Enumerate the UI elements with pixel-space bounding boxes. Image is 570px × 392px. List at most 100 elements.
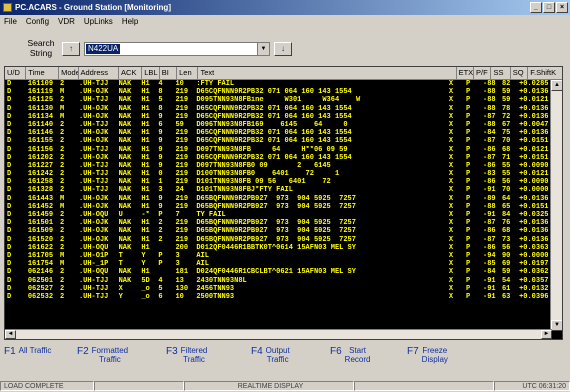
column-header[interactable]: F.ShiftK <box>528 67 562 80</box>
chevron-down-icon[interactable]: ▼ <box>257 43 269 55</box>
column-header[interactable]: LBL <box>142 67 160 80</box>
column-header[interactable]: SS <box>491 67 511 80</box>
table-cell: 1 <box>158 178 163 187</box>
minimize-button[interactable]: _ <box>530 2 542 13</box>
menu-vdr[interactable]: VDR <box>58 17 75 26</box>
column-header[interactable]: Mode <box>59 67 79 80</box>
close-button[interactable]: × <box>556 2 568 13</box>
table-cell <box>156 244 173 252</box>
fkey-label: Filtered Traffic <box>180 346 208 364</box>
scroll-up-icon[interactable]: ▲ <box>551 80 562 91</box>
fkey-f2-button[interactable]: F2 Formatted Traffic <box>77 342 165 379</box>
table-cell: H1 <box>141 227 150 236</box>
table-row[interactable]: D 161443 M .UH-OJK NAK H1 9 219 D65BQFNNN9R2PB92… <box>5 194 552 203</box>
table-cell: X <box>448 243 454 252</box>
table-cell: Y <box>141 260 146 269</box>
search-input[interactable]: N422UA ▼ <box>84 42 270 56</box>
search-up-button[interactable]: ↑ <box>62 42 80 56</box>
table-row[interactable]: D 161328 2 .UH-TJJ NAK H1 3 24 D101TNN93N8FBJ*FT… <box>5 186 552 195</box>
table-row[interactable]: D 161202 2 .UH-OJK NAK H1 9 219 D65CQFNNN9R2PB32… <box>5 153 552 162</box>
table-cell: 2 <box>158 227 163 236</box>
table-row[interactable]: D 161705 M .UH-O1P T Y P 3 AIL X P -94 90 +0.0000 <box>5 251 552 261</box>
table-row[interactable]: D 161622 2 .UH-OQU NAK H1 200 D012QF0446R1BBTK0… <box>5 243 552 252</box>
scroll-right-icon[interactable]: ► <box>541 330 552 339</box>
table-cell: -86 <box>483 161 496 170</box>
menu-help[interactable]: Help <box>122 17 138 26</box>
table-cell: D65CQFNNN9R2PB32 071 064 160 143 1554 <box>196 104 352 113</box>
table-cell: NAK <box>118 88 132 97</box>
table-row[interactable]: D 062532 2 .UH-TJJ Y _o 6 10 2500TNN93 X P -91 63 +0.… <box>5 292 552 302</box>
table-cell: X <box>448 219 454 228</box>
table-cell: D65BQFNNN9R2PB927 973 904 5925 7257 <box>196 227 356 236</box>
scroll-left-icon[interactable]: ◄ <box>5 330 16 339</box>
table-row[interactable]: D 161258 2 .UH-TJJ NAK H1 1 219 D101TNN93N8FB 09… <box>5 178 552 187</box>
column-header[interactable]: ACK <box>119 67 143 80</box>
table-row[interactable]: D 161459 2 .UH-OQU U -* P 7 TY FAIL X P -91 84 +0.032… <box>5 211 552 220</box>
table-row[interactable]: D 161109 2 .UH-TJJ NAK H1 4 10:FTY FAIL X P -88 82 +… <box>5 80 552 89</box>
table-cell: M <box>59 260 65 269</box>
table-row[interactable]: D 161140 2 .UH-TJJ NAK H1 6 59 D096TNN93N8FB169 … <box>5 120 552 130</box>
fkey-f3-button[interactable]: F3 Filtered Traffic <box>166 342 250 379</box>
table-cell: P <box>465 219 471 228</box>
table-cell: U <box>118 211 123 219</box>
table-cell: -86 <box>483 227 496 236</box>
table-row[interactable]: D 161156 2 .UH-TJJ NAK H1 9 219 D097TNN93N8FB 64… <box>5 145 552 154</box>
maximize-button[interactable]: □ <box>543 2 555 13</box>
table-cell: -91 <box>483 211 496 219</box>
table-cell: D097TNN93N8FB0 09 2 6145 <box>196 161 331 170</box>
table-cell: 130 <box>175 284 189 293</box>
table-cell: 56 <box>501 178 511 187</box>
vertical-scrollbar[interactable]: ▲ ▼ <box>550 80 562 331</box>
fkey-f4-button[interactable]: F4 Output Traffic <box>251 342 329 379</box>
table-row[interactable]: D 161155 2 .UH-OJK NAK H1 9 219 D65CQFNNN9R2PB32… <box>5 137 552 146</box>
menu-uplinks[interactable]: UpLinks <box>84 17 113 26</box>
column-header[interactable]: Address <box>78 67 120 80</box>
table-cell: 2 <box>59 178 65 187</box>
horizontal-scrollbar[interactable]: ◄ ► <box>5 329 552 339</box>
table-row[interactable]: D 161501 2 .UH-OJK NAK H1 2 219 D65BQFNNN9R2PB92… <box>5 219 552 228</box>
arrow-down-icon: ↓ <box>281 44 285 53</box>
table-row[interactable]: D 161509 2 .UH-OJK NAK H1 2 219 D65BQFNNN9R2PB92… <box>5 227 552 236</box>
table-row[interactable]: D 062501 2 .UH-TJJ NAK 5D 4 13 2430TNN93N8L X P -91… <box>5 276 552 285</box>
table-cell: 3 <box>175 260 180 269</box>
table-row[interactable]: D 161125 2 .UH-TJJ NAK H1 5 219 D095TNN93N8FBine… <box>5 96 552 105</box>
menu-file[interactable]: File <box>4 17 17 26</box>
table-cell: X <box>448 202 454 211</box>
fkey-f7-button[interactable]: F7 Freeze Display <box>407 342 487 379</box>
table-row[interactable]: D 161146 2 .UH-OJK NAK H1 9 219 D65CQFNNN9R2PB32… <box>5 129 552 138</box>
column-header[interactable]: BI <box>159 67 178 80</box>
table-cell: 13 <box>175 276 184 285</box>
table-cell: .UH-TJJ <box>78 80 109 88</box>
search-bar: Search String ↑ N422UA ▼ ↓ <box>0 28 570 68</box>
table-row[interactable]: D 161242 2 .UH-TJJ NAK H1 0 219 D100TNN93N8FB0 6… <box>5 170 552 179</box>
fkey-f1-button[interactable]: F1 All Traffic <box>4 342 76 379</box>
table-row[interactable]: D 161227 2 .UH-TJJ NAK H1 9 219 D097TNN93N8FB0 0… <box>5 161 552 171</box>
table-cell: +0.0136 <box>519 219 549 228</box>
column-header[interactable]: SQ <box>510 67 529 80</box>
table-cell: P <box>465 88 471 97</box>
search-down-button[interactable]: ↓ <box>274 42 292 56</box>
table-cell: 56 <box>501 243 511 252</box>
fkey-f6-button[interactable]: F6 Start Record <box>330 342 406 379</box>
table-row[interactable]: D 161119 M .UH-OJK NAK H1 8 219 D65CQFNNN9R2PB32… <box>5 88 552 97</box>
table-row[interactable]: D 062527 2 .UH-TJJ X _o 5 130 2456TNN93 X P -91 61 +0… <box>5 284 552 293</box>
menu-config[interactable]: Config <box>26 17 49 26</box>
column-header[interactable]: ETX <box>456 67 474 80</box>
scroll-down-icon[interactable]: ▼ <box>551 320 562 331</box>
traffic-grid[interactable]: U/D Time Mode Address ACK LBL BI Len Text ETX P/F S… <box>4 66 563 340</box>
column-header[interactable]: P/F <box>474 67 492 80</box>
table-cell: 2 <box>59 227 65 236</box>
table-cell: 161134 <box>27 112 54 121</box>
function-key-bar: F1 All Traffic F2 Formatted Traffic F3 Filter… <box>0 342 570 380</box>
table-row[interactable]: D 161754 M .UH-_1P T Y P 3 AIL X P -85 69 +0.0197 <box>5 260 552 269</box>
table-row[interactable]: D 161452 M .UH-OJK NAK H1 9 219 D65BQFNNN9R2PB92… <box>5 202 552 211</box>
column-header[interactable]: Len <box>177 67 199 80</box>
table-row[interactable]: D 161520 2 .UH-OJK NAK H1 2 219 D65BQFNNN9R2PB92… <box>5 235 552 244</box>
column-header[interactable]: Time <box>26 67 60 80</box>
table-row[interactable]: D 161130 M .UH-OJK NAK H1 8 219 D65CQFNNN9R2PB32… <box>5 104 552 113</box>
table-row[interactable]: D 161134 M .UH-OJK NAK H1 9 219 D65CQFNNN9R2PB32… <box>5 112 552 121</box>
table-row[interactable]: D 062146 2 .UH-OQU NAK H1 181 D024QF0446R1CBCLB… <box>5 268 552 277</box>
column-header[interactable]: Text <box>198 67 457 80</box>
column-header[interactable]: U/D <box>5 67 27 80</box>
table-cell: -83 <box>483 170 496 179</box>
